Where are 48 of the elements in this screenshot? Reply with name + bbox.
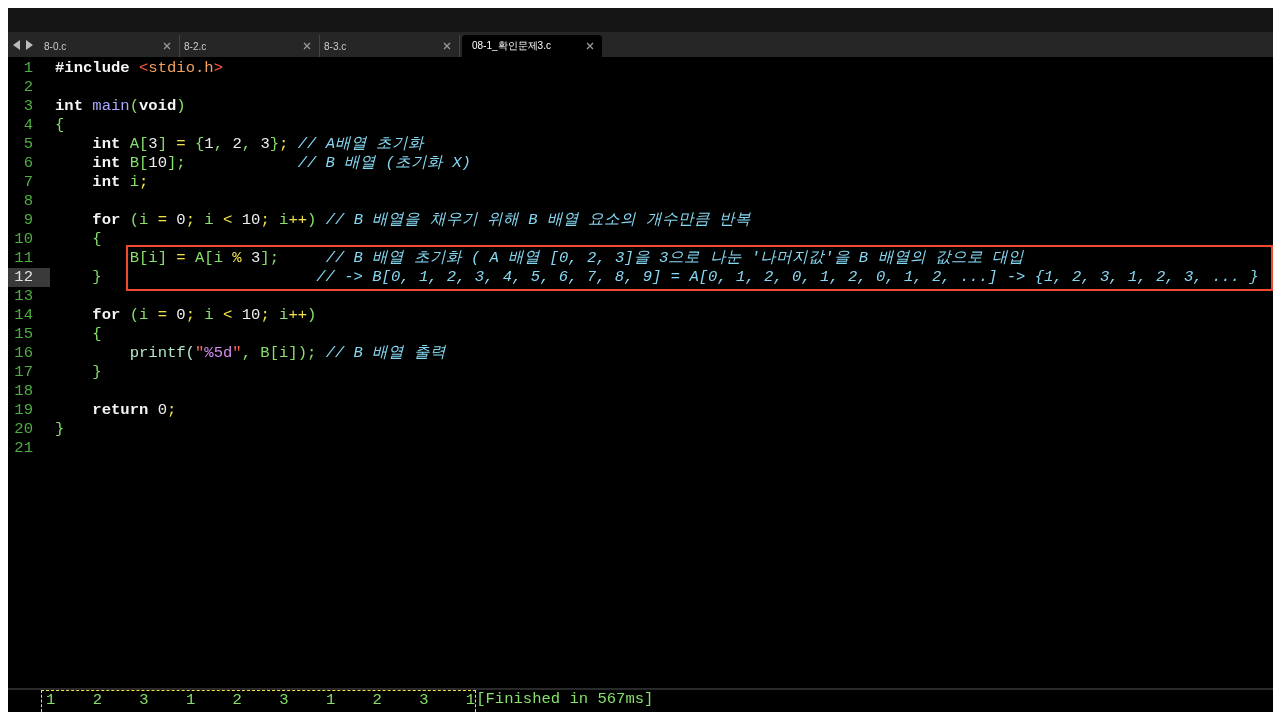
line-number: 4 bbox=[22, 116, 34, 135]
code-line: int main(void) bbox=[55, 97, 186, 115]
code-line: #include <stdio.h> bbox=[55, 59, 223, 77]
close-icon[interactable] bbox=[303, 42, 311, 50]
code-line: } // -> B[0, 1, 2, 3, 4, 5, 6, 7, 8, 9] = A[0, 1, 2, 0, 1, 2, 0, 1, 2, ...] -> {1, 2, 3, 1, 2, 3, ... } bbox=[92, 268, 1259, 286]
code-line: return 0; bbox=[92, 401, 177, 419]
line-number: 10 bbox=[13, 230, 34, 249]
line-number: 3 bbox=[22, 97, 34, 116]
line-number: 16 bbox=[13, 344, 34, 363]
code-line: int A[3] = {1, 2, 3}; // A배열 초기화 bbox=[92, 135, 425, 153]
line-number: 20 bbox=[13, 420, 34, 439]
tab-navigation-icon[interactable] bbox=[13, 39, 35, 50]
code-line: } bbox=[92, 363, 102, 381]
close-icon[interactable] bbox=[443, 42, 451, 50]
code-line: } bbox=[55, 420, 65, 438]
line-number: 21 bbox=[13, 439, 34, 458]
output-text: 1 2 3 1 2 3 1 2 3 1 bbox=[41, 690, 477, 712]
close-icon[interactable] bbox=[163, 42, 171, 50]
line-number: 1 bbox=[22, 59, 34, 78]
line-number: 19 bbox=[13, 401, 34, 420]
line-number: 2 bbox=[22, 78, 34, 97]
code-line: { bbox=[92, 325, 102, 343]
file-tab[interactable]: 8-0.c bbox=[40, 35, 180, 57]
file-tab[interactable]: 08-1_확인문제3.c bbox=[462, 35, 602, 57]
code-line: for (i = 0; i < 10; i++) bbox=[92, 306, 317, 324]
line-number: 9 bbox=[22, 211, 34, 230]
line-number: 12 bbox=[8, 268, 50, 287]
output-text: [Finished in 567ms] bbox=[476, 690, 654, 710]
code-line: B[i] = A[i % 3]; // B 배열 초기화 ( A 배열 [0, 2, 3]을 3으로 나눈 '나머지값'을 B 배열의 값으로 대입 bbox=[129, 249, 1025, 267]
line-number: 15 bbox=[13, 325, 34, 344]
code-line: for (i = 0; i < 10; i++) // B 배열을 채우기 위해 B 배열 요소의 개수만큼 반복 bbox=[92, 211, 752, 229]
line-number: 8 bbox=[22, 192, 34, 211]
code-line: int B[10]; // B 배열 (초기화 X) bbox=[92, 154, 471, 172]
line-number: 18 bbox=[13, 382, 34, 401]
code-line: { bbox=[92, 230, 102, 248]
line-number: 6 bbox=[22, 154, 34, 173]
line-number: 14 bbox=[13, 306, 34, 325]
file-tab[interactable]: 8-2.c bbox=[180, 35, 320, 57]
file-tab[interactable]: 8-3.c bbox=[320, 35, 460, 57]
code-line: { bbox=[55, 116, 65, 134]
line-number: 17 bbox=[13, 363, 34, 382]
line-number: 13 bbox=[13, 287, 34, 306]
line-number: 7 bbox=[22, 173, 34, 192]
code-line: printf("%5d", B[i]); // B 배열 출력 bbox=[129, 344, 446, 362]
close-icon[interactable] bbox=[586, 42, 594, 50]
code-line: int i; bbox=[92, 173, 149, 191]
line-number: 11 bbox=[13, 249, 34, 268]
line-number: 5 bbox=[22, 135, 34, 154]
